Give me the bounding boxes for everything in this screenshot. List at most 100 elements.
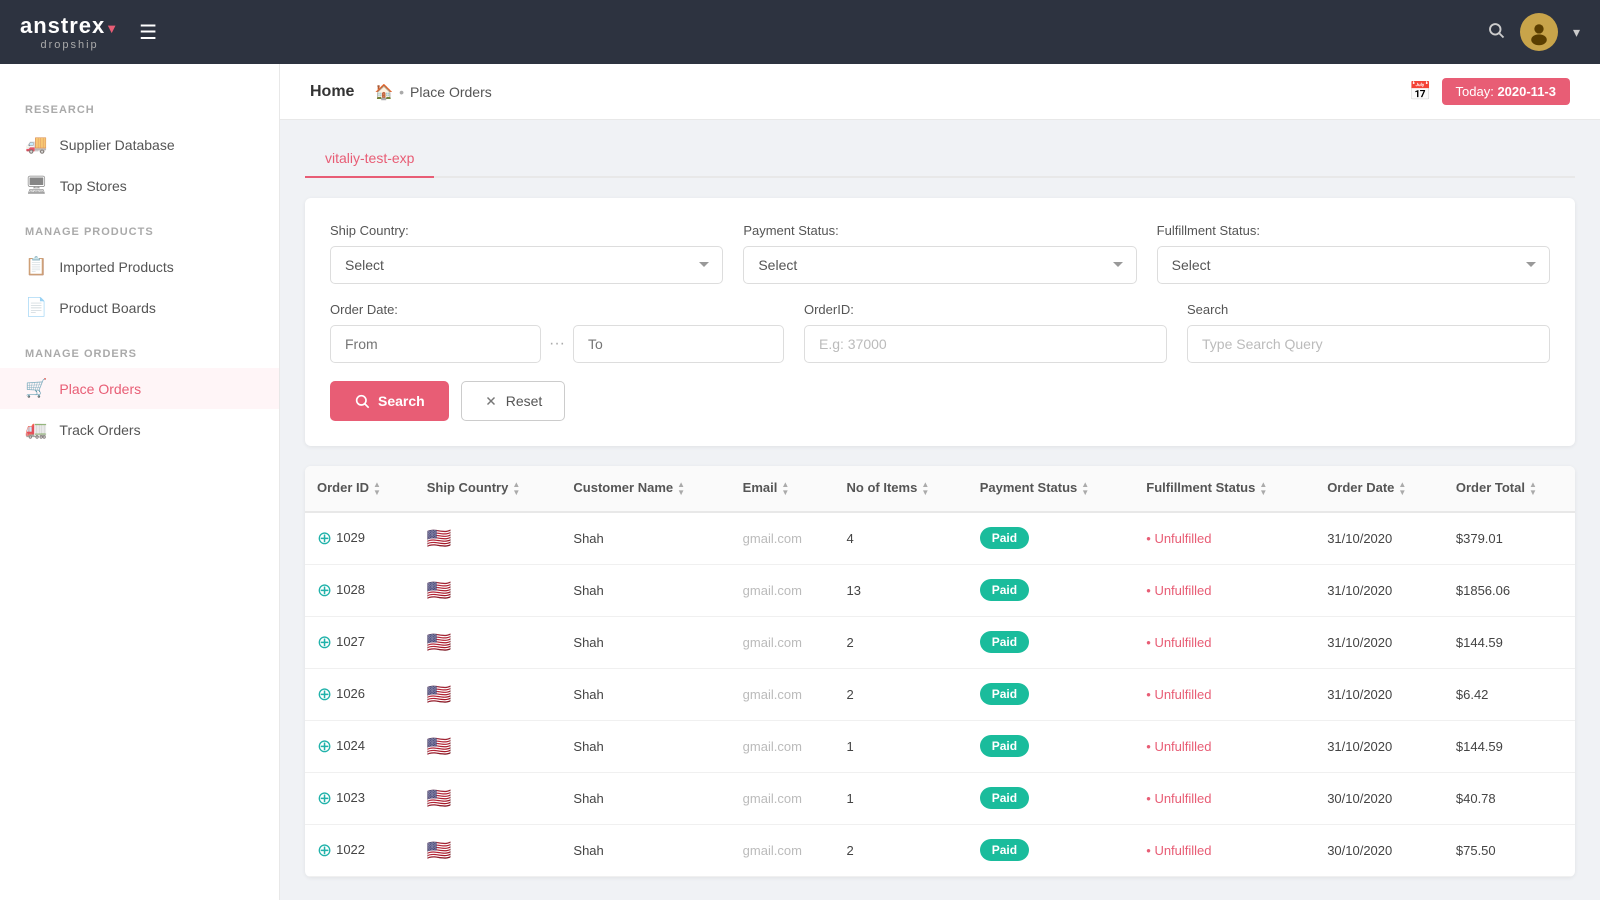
- orders-table: Order ID▲▼Ship Country▲▼Customer Name▲▼E…: [305, 466, 1575, 877]
- tab-active[interactable]: vitaliy-test-exp: [305, 140, 434, 178]
- cell-no-of-items: 4: [835, 512, 968, 565]
- cell-order-total: $75.50: [1444, 824, 1575, 876]
- expand-icon[interactable]: ⊕: [317, 788, 332, 808]
- table-row: ⊕1029 🇺🇸 Shah gmail.com 4 Paid Unfulfill…: [305, 512, 1575, 565]
- cell-payment-status: Paid: [968, 668, 1135, 720]
- cell-customer-name: Shah: [561, 512, 730, 565]
- supplier-database-icon: 🚚: [25, 134, 47, 155]
- avatar[interactable]: [1520, 13, 1558, 51]
- search-button[interactable]: Search: [330, 381, 449, 421]
- fulfillment-status-select[interactable]: Select: [1157, 246, 1550, 284]
- sidebar-item-label: Place Orders: [59, 381, 141, 397]
- payment-status-select[interactable]: Select: [743, 246, 1136, 284]
- expand-icon[interactable]: ⊕: [317, 528, 332, 548]
- flag-icon: 🇺🇸: [427, 788, 452, 810]
- sidebar-item-label: Product Boards: [59, 300, 156, 316]
- cell-no-of-items: 1: [835, 772, 968, 824]
- col-no-of-items[interactable]: No of Items▲▼: [835, 466, 968, 512]
- sidebar-item-top-stores[interactable]: 🖥Top Stores: [0, 165, 279, 206]
- expand-icon[interactable]: ⊕: [317, 684, 332, 704]
- fulfillment-status-group: Fulfillment Status: Select: [1157, 223, 1550, 284]
- cell-ship-country: 🇺🇸: [415, 824, 562, 876]
- logo-text: anstrex: [20, 13, 105, 38]
- expand-icon[interactable]: ⊕: [317, 736, 332, 756]
- col-order-date[interactable]: Order Date▲▼: [1315, 466, 1444, 512]
- ship-country-select[interactable]: Select: [330, 246, 723, 284]
- menu-toggle[interactable]: ☰: [139, 20, 157, 45]
- cell-order-id[interactable]: ⊕1022: [305, 824, 415, 876]
- sidebar-item-product-boards[interactable]: 📄Product Boards: [0, 287, 279, 328]
- reset-button[interactable]: Reset: [461, 381, 566, 421]
- ship-country-label: Ship Country:: [330, 223, 723, 238]
- cell-order-id[interactable]: ⊕1023: [305, 772, 415, 824]
- payment-badge: Paid: [980, 735, 1029, 757]
- cell-customer-name: Shah: [561, 824, 730, 876]
- col-email[interactable]: Email▲▼: [731, 466, 835, 512]
- col-fulfillment-status[interactable]: Fulfillment Status▲▼: [1134, 466, 1315, 512]
- filter-card: Ship Country: Select Payment Status: Sel…: [305, 198, 1575, 446]
- flag-icon: 🇺🇸: [427, 684, 452, 706]
- table-row: ⊕1024 🇺🇸 Shah gmail.com 1 Paid Unfulfill…: [305, 720, 1575, 772]
- home-icon: 🏠: [374, 83, 393, 101]
- search-icon[interactable]: [1487, 21, 1505, 44]
- cell-order-total: $6.42: [1444, 668, 1575, 720]
- order-id-input[interactable]: [804, 325, 1167, 363]
- top-stores-icon: 🖥: [25, 175, 48, 196]
- date-section: 📅 Today: 2020-11-3: [1409, 78, 1570, 105]
- expand-icon[interactable]: ⊕: [317, 632, 332, 652]
- col-order-id[interactable]: Order ID▲▼: [305, 466, 415, 512]
- cell-email: gmail.com: [731, 512, 835, 565]
- cell-fulfillment-status: Unfulfilled: [1134, 772, 1315, 824]
- fulfillment-status: Unfulfilled: [1146, 531, 1211, 546]
- flag-icon: 🇺🇸: [427, 528, 452, 550]
- cell-ship-country: 🇺🇸: [415, 772, 562, 824]
- cell-order-date: 31/10/2020: [1315, 616, 1444, 668]
- date-badge: Today: 2020-11-3: [1442, 78, 1571, 105]
- orders-table-card: Order ID▲▼Ship Country▲▼Customer Name▲▼E…: [305, 466, 1575, 877]
- sidebar-section-manage-products: MANAGE PRODUCTS: [0, 216, 279, 246]
- sort-icon: ▲▼: [373, 481, 381, 497]
- sidebar-item-supplier-database[interactable]: 🚚Supplier Database: [0, 124, 279, 165]
- cell-email: gmail.com: [731, 824, 835, 876]
- order-date-group: Order Date: ···: [330, 302, 784, 363]
- cell-order-id[interactable]: ⊕1029: [305, 512, 415, 565]
- expand-icon[interactable]: ⊕: [317, 580, 332, 600]
- cell-fulfillment-status: Unfulfilled: [1134, 512, 1315, 565]
- sort-icon: ▲▼: [1081, 481, 1089, 497]
- cell-no-of-items: 2: [835, 824, 968, 876]
- sidebar-item-track-orders[interactable]: 🚛Track Orders: [0, 409, 279, 450]
- tabs: vitaliy-test-exp: [305, 140, 1575, 178]
- expand-icon[interactable]: ⊕: [317, 840, 332, 860]
- sidebar-item-imported-products[interactable]: 📋Imported Products: [0, 246, 279, 287]
- col-customer-name[interactable]: Customer Name▲▼: [561, 466, 730, 512]
- table-body: ⊕1029 🇺🇸 Shah gmail.com 4 Paid Unfulfill…: [305, 512, 1575, 877]
- cell-payment-status: Paid: [968, 772, 1135, 824]
- cell-order-total: $379.01: [1444, 512, 1575, 565]
- cell-fulfillment-status: Unfulfilled: [1134, 616, 1315, 668]
- payment-status-label: Payment Status:: [743, 223, 1136, 238]
- payment-status-group: Payment Status: Select: [743, 223, 1136, 284]
- cell-order-id[interactable]: ⊕1024: [305, 720, 415, 772]
- cell-ship-country: 🇺🇸: [415, 720, 562, 772]
- col-payment-status[interactable]: Payment Status▲▼: [968, 466, 1135, 512]
- cell-order-id[interactable]: ⊕1027: [305, 616, 415, 668]
- cell-customer-name: Shah: [561, 720, 730, 772]
- cell-email: gmail.com: [731, 616, 835, 668]
- cell-order-id[interactable]: ⊕1028: [305, 564, 415, 616]
- col-ship-country[interactable]: Ship Country▲▼: [415, 466, 562, 512]
- table-header-row: Order ID▲▼Ship Country▲▼Customer Name▲▼E…: [305, 466, 1575, 512]
- col-order-total[interactable]: Order Total▲▼: [1444, 466, 1575, 512]
- date-to-input[interactable]: [573, 325, 784, 363]
- search-input[interactable]: [1187, 325, 1550, 363]
- cell-order-id[interactable]: ⊕1026: [305, 668, 415, 720]
- date-from-input[interactable]: [330, 325, 541, 363]
- calendar-icon[interactable]: 📅: [1409, 81, 1431, 102]
- cell-payment-status: Paid: [968, 824, 1135, 876]
- fulfillment-status: Unfulfilled: [1146, 635, 1211, 650]
- cell-no-of-items: 1: [835, 720, 968, 772]
- sidebar-section-research: RESEARCH: [0, 94, 279, 124]
- cell-no-of-items: 13: [835, 564, 968, 616]
- cell-order-date: 31/10/2020: [1315, 512, 1444, 565]
- sidebar-item-place-orders[interactable]: 🛒Place Orders: [0, 368, 279, 409]
- user-dropdown-arrow[interactable]: ▾: [1573, 24, 1580, 41]
